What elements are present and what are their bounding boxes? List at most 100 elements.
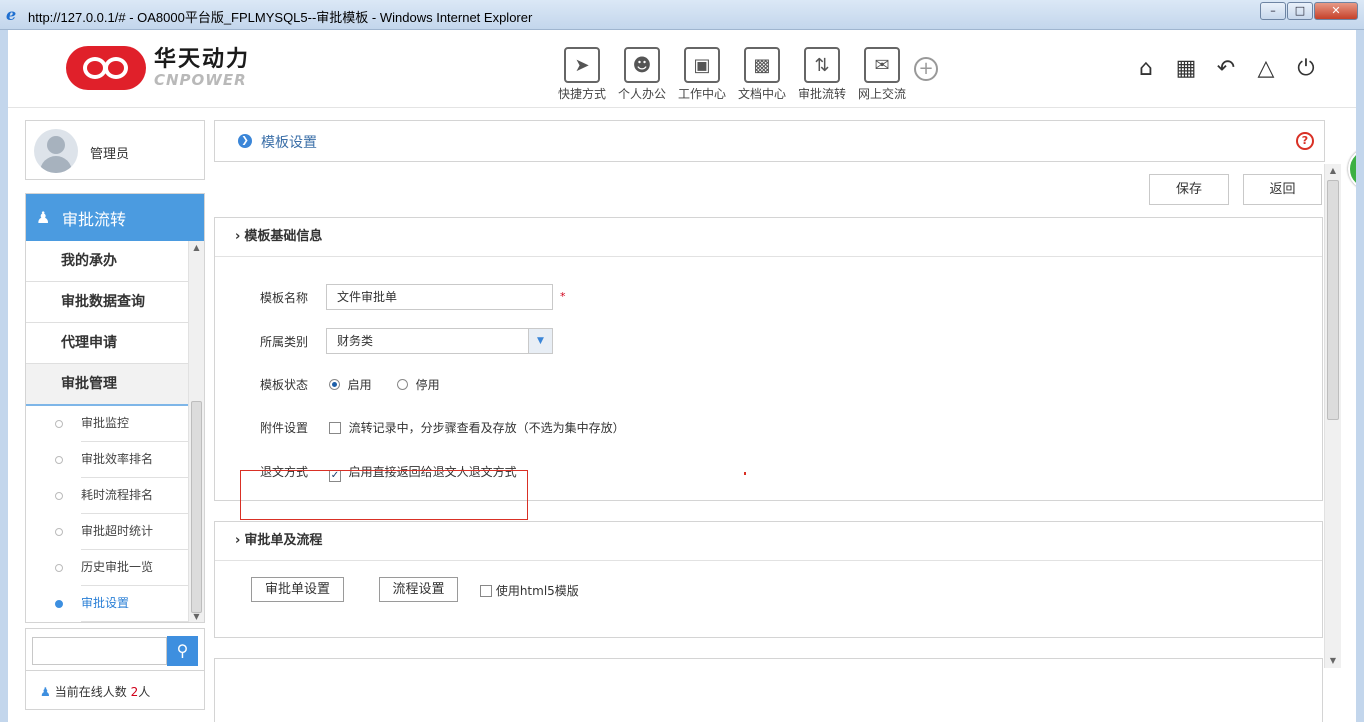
reply-icon[interactable]: ↶ [1206, 56, 1246, 82]
user-card: 管理员 [25, 120, 205, 180]
sidebar-subitem-timeout-stats[interactable]: 审批超时统计 [26, 514, 189, 550]
scroll-down-icon[interactable]: ▼ [189, 610, 204, 622]
category-select[interactable]: 财务类 ▼ [326, 328, 553, 354]
sidebar-subitem-efficiency-ranking[interactable]: 审批效率排名 [26, 442, 189, 478]
flow-settings-button[interactable]: 流程设置 [379, 577, 458, 602]
window-titlebar: e http://127.0.0.1/# - OA8000平台版_FPLMYSQ… [0, 0, 1364, 30]
online-label: 当前在线人数 [54, 685, 127, 699]
chevron-right-icon: › [235, 229, 241, 244]
back-button[interactable]: 返回 [1243, 174, 1322, 205]
brand-logo[interactable]: 华天动力 CNPOWER [66, 46, 250, 90]
status-option-on[interactable]: 启用 [329, 376, 372, 393]
radio-unchecked-icon[interactable] [397, 379, 408, 390]
online-unit: 人 [138, 685, 151, 699]
page-title: 模板设置 [261, 135, 317, 151]
topnav-doc-center[interactable]: ▩ 文档中心 [732, 47, 792, 102]
avatar[interactable] [34, 129, 78, 173]
sidebar-item-data-query[interactable]: 审批数据查询 [26, 282, 189, 323]
header: 华天动力 CNPOWER ➤ 快捷方式 ☻ 个人办公 ▣ 工作中心 ▩ 文档中心 [8, 30, 1356, 108]
topnav-online-chat[interactable]: ✉ 网上交流 [852, 47, 912, 102]
subitem-label: 审批监控 [81, 416, 130, 430]
form-settings-button[interactable]: 审批单设置 [251, 577, 344, 602]
sidebar-subitem-monitor[interactable]: 审批监控 [26, 406, 189, 442]
subitem-label: 审批效率排名 [81, 452, 154, 466]
bullet-icon [55, 456, 63, 464]
subitem-label: 审批超时统计 [81, 524, 154, 538]
topnav-shortcuts[interactable]: ➤ 快捷方式 [552, 47, 612, 102]
chevron-right-icon: › [235, 533, 241, 548]
sidebar-item-my-tasks[interactable]: 我的承办 [26, 241, 189, 282]
status-option-off[interactable]: 停用 [397, 376, 440, 393]
html5-option[interactable]: 使用html5模版 [480, 582, 579, 599]
sidebar-subitem-settings[interactable]: 审批设置 [26, 586, 189, 622]
attachment-option[interactable]: 流转记录中，分步骤查看及存放（不选为集中存放） [329, 419, 625, 436]
checkbox-unchecked-icon[interactable] [480, 585, 492, 597]
annotation-dot [744, 472, 746, 475]
users-icon: ♟ [40, 685, 51, 699]
scrollbar-thumb[interactable] [1327, 180, 1339, 420]
chevron-right-circle-icon: ❯ [238, 134, 252, 148]
form-flow-panel: › 审批单及流程 审批单设置 流程设置 使用html5模版 [214, 521, 1323, 638]
topnav-personal-office[interactable]: ☻ 个人办公 [612, 47, 672, 102]
sidebar: ♟ 审批流转 我的承办 审批数据查询 代理申请 审批管理 审批监控 审批效率排名… [25, 193, 205, 623]
attachment-text: 流转记录中，分步骤查看及存放（不选为集中存放） [348, 421, 625, 435]
scroll-up-icon[interactable]: ▲ [189, 241, 204, 255]
help-icon[interactable]: ? [1296, 132, 1314, 150]
window-controls: – □ ✕ [1259, 2, 1358, 20]
topnav-label: 审批流转 [797, 87, 846, 101]
grid-icon[interactable]: ▦ [1166, 56, 1206, 82]
search-button[interactable]: ⚲ [167, 636, 198, 666]
sidebar-header[interactable]: ♟ 审批流转 [26, 194, 204, 241]
next-panel [214, 658, 1323, 722]
inbox-icon: ▩ [744, 47, 780, 83]
maximize-button[interactable]: □ [1287, 2, 1313, 20]
user-desk-icon: ☻ [624, 47, 660, 83]
window-frame-right [1356, 30, 1364, 722]
highlight-box [240, 470, 528, 520]
close-button[interactable]: ✕ [1314, 2, 1358, 20]
add-shortcut-icon[interactable]: + [914, 57, 938, 81]
topnav-label: 快捷方式 [557, 87, 606, 101]
sidebar-item-proxy[interactable]: 代理申请 [26, 323, 189, 364]
shirt-icon[interactable]: △ [1246, 56, 1286, 82]
category-value: 财务类 [337, 334, 374, 348]
scroll-down-icon[interactable]: ▼ [1325, 654, 1341, 668]
subitem-label: 历史审批一览 [81, 560, 154, 574]
form-flow-header[interactable]: › 审批单及流程 [215, 522, 1322, 561]
save-button[interactable]: 保存 [1149, 174, 1229, 205]
sidebar-subitem-history[interactable]: 历史审批一览 [26, 550, 189, 586]
top-nav: ➤ 快捷方式 ☻ 个人办公 ▣ 工作中心 ▩ 文档中心 ⇅ 审批流转 ✉ 网上交… [552, 47, 938, 102]
template-name-input[interactable]: 文件审批单 [326, 284, 553, 310]
sidebar-scrollbar[interactable]: ▲ ▼ [188, 241, 204, 622]
floating-badge[interactable]: 65 [1348, 148, 1356, 190]
sidebar-search: ⚲ [25, 628, 205, 670]
main-scrollbar[interactable]: ▲ ▼ [1324, 164, 1341, 668]
breadcrumb: ❯ 模板设置 ? [214, 120, 1325, 162]
topnav-label: 网上交流 [857, 87, 906, 101]
checkbox-unchecked-icon[interactable] [329, 422, 341, 434]
window-frame-left [0, 30, 8, 722]
topnav-label: 文档中心 [737, 87, 786, 101]
home-icon[interactable]: ⌂ [1126, 56, 1166, 82]
paper-plane-icon: ➤ [564, 47, 600, 83]
minimize-button[interactable]: – [1260, 2, 1286, 20]
bullet-icon [55, 420, 63, 428]
topnav-work-center[interactable]: ▣ 工作中心 [672, 47, 732, 102]
scrollbar-thumb[interactable] [191, 401, 202, 613]
field-label: 所属类别 [260, 335, 309, 349]
sidebar-subitem-time-ranking[interactable]: 耗时流程排名 [26, 478, 189, 514]
bullet-icon [55, 528, 63, 536]
scroll-up-icon[interactable]: ▲ [1325, 164, 1341, 178]
section-title: 模板基础信息 [244, 229, 323, 244]
topnav-approval-flow[interactable]: ⇅ 审批流转 [792, 47, 852, 102]
brand-name-en: CNPOWER [154, 71, 247, 89]
search-input[interactable] [32, 637, 167, 665]
search-icon: ⚲ [176, 641, 189, 660]
briefcase-icon: ▣ [684, 47, 720, 83]
section-title: 审批单及流程 [244, 533, 323, 548]
sidebar-group-approval-management[interactable]: 审批管理 [26, 364, 189, 406]
power-icon[interactable]: ⏻ [1286, 56, 1326, 82]
radio-checked-icon[interactable] [329, 379, 340, 390]
chevron-down-icon: ▼ [528, 329, 552, 353]
basic-info-header[interactable]: › 模板基础信息 [215, 218, 1322, 257]
